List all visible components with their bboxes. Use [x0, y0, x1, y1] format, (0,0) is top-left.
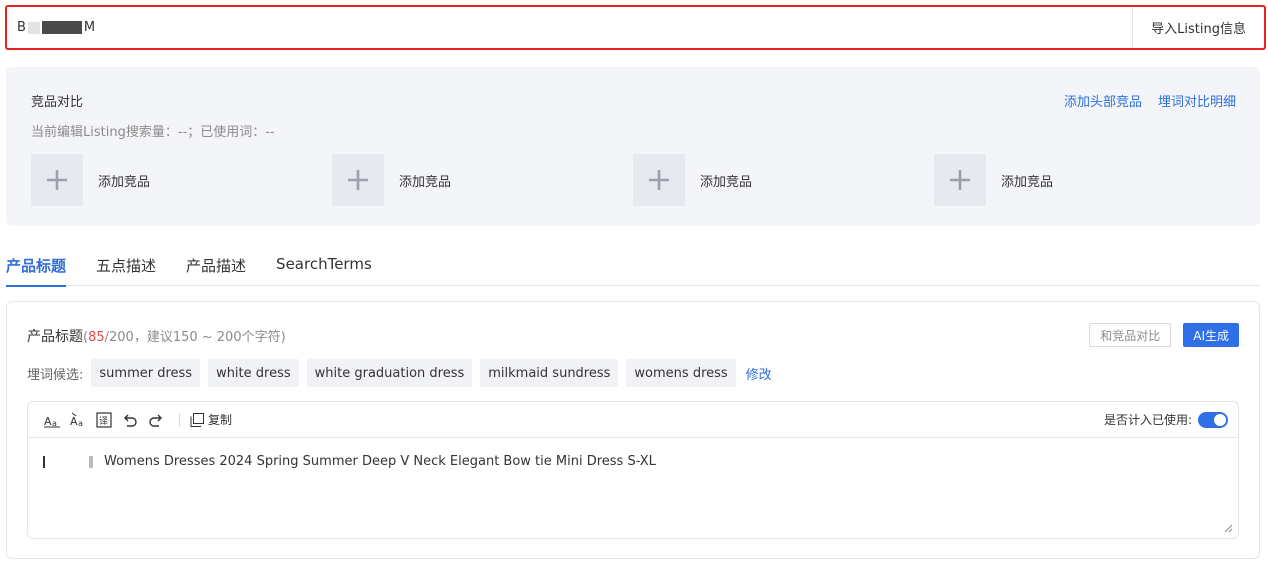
card-actions: 和竞品对比 AI生成	[1089, 323, 1239, 347]
undo-icon[interactable]	[121, 411, 139, 429]
svg-text:译: 译	[99, 416, 108, 427]
copy-icon	[190, 412, 204, 427]
tab-product-description[interactable]: 产品描述	[186, 250, 246, 286]
keyword-tag[interactable]: womens dress	[626, 359, 736, 387]
card-title: 产品标题	[27, 329, 83, 345]
svg-text:A: A	[70, 415, 78, 428]
add-competitor-slot[interactable]: 添加竞品	[633, 154, 752, 206]
keyword-candidates-label: 埋词候选:	[27, 367, 84, 383]
plus-icon	[633, 154, 685, 206]
compare-title: 竞品对比	[31, 95, 84, 110]
asin-input[interactable]: B M	[7, 7, 1132, 48]
char-count: 85	[88, 330, 105, 345]
plus-icon	[934, 154, 986, 206]
asin-prefix: B	[17, 20, 26, 35]
tab-product-title[interactable]: 产品标题	[6, 250, 67, 287]
add-top-competitor-link[interactable]: 添加头部竞品	[1064, 91, 1142, 110]
listing-search-stat: 当前编辑Listing搜索量：--；已使用词：--	[31, 125, 275, 140]
editor-toolbar: Aa Aa 译 复制 是否计入已使用:	[28, 402, 1238, 438]
title-text: Womens Dresses 2024 Spring Summer Deep V…	[104, 454, 656, 469]
tab-search-terms[interactable]: SearchTerms	[276, 250, 372, 286]
compare-links: 添加头部竞品 埋词对比明细	[1064, 91, 1236, 110]
count-used-label: 是否计入已使用:	[1103, 413, 1192, 427]
translate-icon[interactable]: 译	[95, 411, 113, 429]
keyword-tag[interactable]: summer dress	[91, 359, 201, 387]
toolbar-divider	[179, 412, 180, 427]
keyword-tag[interactable]: white graduation dress	[306, 359, 473, 387]
content-tabs: 产品标题 五点描述 产品描述 SearchTerms	[6, 250, 1260, 287]
char-limit-hint: /200，建议150 ~ 200个字符)	[104, 330, 286, 345]
redo-icon[interactable]	[147, 411, 165, 429]
count-used-toggle[interactable]	[1198, 411, 1228, 428]
competitor-compare-panel: 竞品对比 添加头部竞品 埋词对比明细 当前编辑Listing搜索量：--；已使用…	[6, 67, 1260, 226]
add-competitor-label: 添加竞品	[1001, 174, 1054, 190]
title-editor: Aa Aa 译 复制 是否计入已使用: Womens Dresses 2024 …	[27, 401, 1239, 539]
redacted-mask	[41, 21, 82, 34]
lowercase-icon[interactable]: Aa	[69, 411, 87, 429]
asin-suffix: M	[83, 20, 96, 35]
resize-handle-icon[interactable]	[1224, 524, 1233, 533]
ai-generate-button[interactable]: AI生成	[1183, 323, 1239, 347]
plus-icon	[332, 154, 384, 206]
plus-icon	[31, 154, 83, 206]
add-competitor-slot[interactable]: 添加竞品	[332, 154, 451, 206]
redacted-mask	[43, 455, 98, 468]
keyword-compare-detail-link[interactable]: 埋词对比明细	[1158, 91, 1236, 110]
svg-text:a: a	[78, 419, 83, 428]
keyword-tag[interactable]: white dress	[208, 359, 299, 387]
compare-with-competitor-button[interactable]: 和竞品对比	[1089, 323, 1172, 347]
copy-button[interactable]: 复制	[190, 411, 232, 428]
keyword-tag[interactable]: milkmaid sundress	[480, 359, 619, 387]
keyword-candidates: 埋词候选: summer dress white dress white gra…	[27, 359, 772, 387]
edit-keywords-link[interactable]: 修改	[746, 364, 772, 383]
copy-label: 复制	[208, 413, 233, 427]
import-listing-button[interactable]: 导入Listing信息	[1132, 7, 1264, 48]
card-heading: 产品标题(85/200，建议150 ~ 200个字符)	[27, 326, 286, 346]
svg-text:A: A	[44, 415, 52, 428]
add-competitor-slot[interactable]: 添加竞品	[934, 154, 1053, 206]
add-competitor-label: 添加竞品	[399, 174, 452, 190]
product-title-card: 产品标题(85/200，建议150 ~ 200个字符) 和竞品对比 AI生成 埋…	[6, 301, 1260, 559]
asin-input-bar: B M 导入Listing信息	[5, 5, 1266, 50]
uppercase-icon[interactable]: Aa	[43, 411, 61, 429]
count-used-setting: 是否计入已使用:	[1104, 411, 1228, 428]
title-text-area[interactable]: Womens Dresses 2024 Spring Summer Deep V…	[43, 454, 656, 469]
add-competitor-slot[interactable]: 添加竞品	[31, 154, 150, 206]
add-competitor-label: 添加竞品	[98, 174, 151, 190]
tab-bullet-points[interactable]: 五点描述	[96, 250, 156, 286]
redacted-mask	[27, 21, 40, 34]
add-competitor-label: 添加竞品	[700, 174, 753, 190]
